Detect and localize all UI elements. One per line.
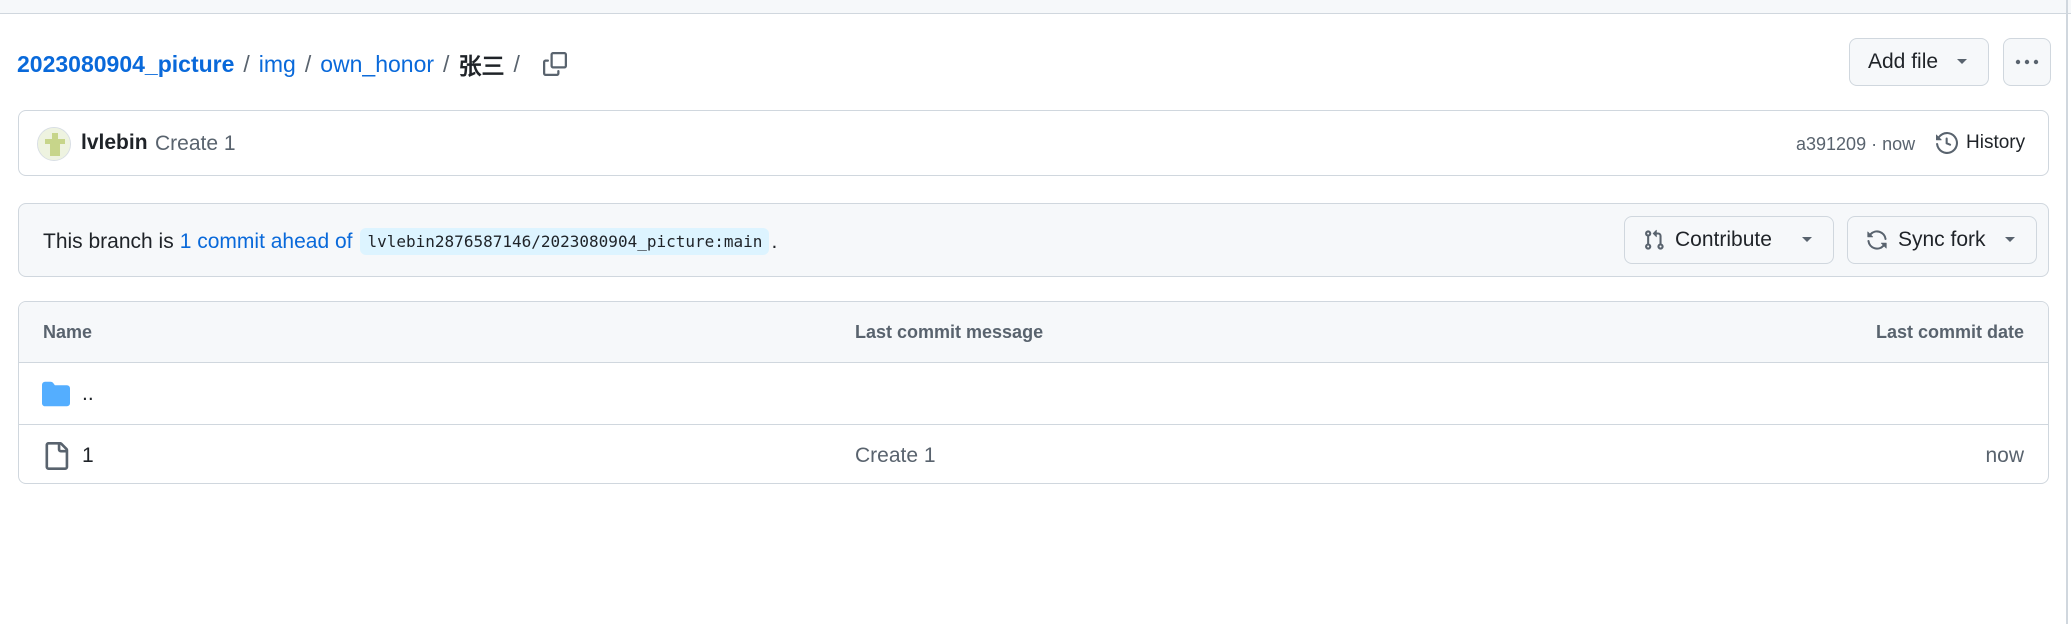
breadcrumb-separator: / (243, 50, 250, 77)
more-options-button[interactable] (2003, 38, 2051, 86)
copy-path-button[interactable] (537, 46, 573, 82)
breadcrumb: 2023080904_picture / img / own_honor / 张… (17, 44, 573, 84)
column-header-name: Name (43, 322, 93, 342)
latest-commit-bar: lvlebin Create 1 a391209 · now History (18, 110, 2049, 176)
folder-icon (42, 381, 70, 407)
git-pull-request-icon (1645, 229, 1664, 250)
sync-fork-label: Sync fork (1898, 228, 1986, 251)
chevron-down-icon (1802, 237, 1812, 242)
column-header-last-commit-date: Last commit date (1875, 322, 2024, 342)
breadcrumb-img-link[interactable]: img (259, 51, 296, 78)
parent-directory-link[interactable]: .. (82, 382, 94, 406)
commit-message-link[interactable]: Create 1 (155, 132, 236, 156)
history-label: History (1966, 132, 2026, 153)
branch-status-prefix: This branch is (43, 229, 174, 253)
commit-sha-time[interactable]: a391209 · now (1796, 134, 1915, 155)
add-file-button[interactable]: Add file (1849, 38, 1989, 86)
breadcrumb-own-honor-link[interactable]: own_honor (320, 51, 434, 78)
file-commit-message-link[interactable]: Create 1 (855, 444, 936, 468)
add-file-label: Add file (1868, 50, 1939, 73)
contribute-label: Contribute (1675, 228, 1772, 251)
breadcrumb-repo-link[interactable]: 2023080904_picture (17, 51, 234, 78)
branch-status-banner: This branch is 1 commit ahead of lvlebin… (18, 203, 2049, 277)
top-header-strip (0, 0, 2071, 14)
commits-ahead-link[interactable]: 1 commit ahead of (180, 230, 353, 254)
breadcrumb-separator: / (443, 50, 450, 77)
table-row[interactable]: 1 Create 1 now (19, 424, 2048, 483)
kebab-horizontal-icon (2015, 59, 2039, 65)
table-header: Name Last commit message Last commit dat… (19, 302, 2048, 363)
file-commit-date: now (1985, 444, 2024, 467)
window-edge (2066, 0, 2068, 624)
history-button[interactable]: History (1936, 125, 2025, 161)
chevron-down-icon (1957, 59, 1967, 64)
branch-status-suffix: . (771, 229, 778, 253)
sync-icon (1867, 230, 1887, 250)
table-row-parent-directory[interactable]: .. (19, 363, 2048, 424)
history-icon (1936, 132, 1958, 154)
commit-author-link[interactable]: lvlebin (81, 131, 148, 155)
column-header-last-commit-message: Last commit message (855, 322, 1044, 342)
breadcrumb-separator: / (513, 50, 520, 77)
upstream-branch-ref[interactable]: lvlebin2876587146/2023080904_picture:mai… (360, 228, 770, 255)
breadcrumb-separator: / (304, 50, 312, 77)
file-list-table: Name Last commit message Last commit dat… (18, 301, 2049, 484)
chevron-down-icon (2005, 237, 2015, 242)
copy-icon (542, 52, 567, 76)
file-icon (45, 442, 69, 470)
sync-fork-button[interactable]: Sync fork (1847, 216, 2037, 264)
breadcrumb-current: 张三 (458, 53, 505, 79)
file-name-link[interactable]: 1 (82, 444, 94, 468)
user-avatar-icon (38, 128, 70, 160)
contribute-button[interactable]: Contribute (1624, 216, 1834, 264)
avatar[interactable] (37, 127, 71, 161)
branch-status-text: This branch is 1 commit ahead of lvlebin… (43, 228, 777, 255)
